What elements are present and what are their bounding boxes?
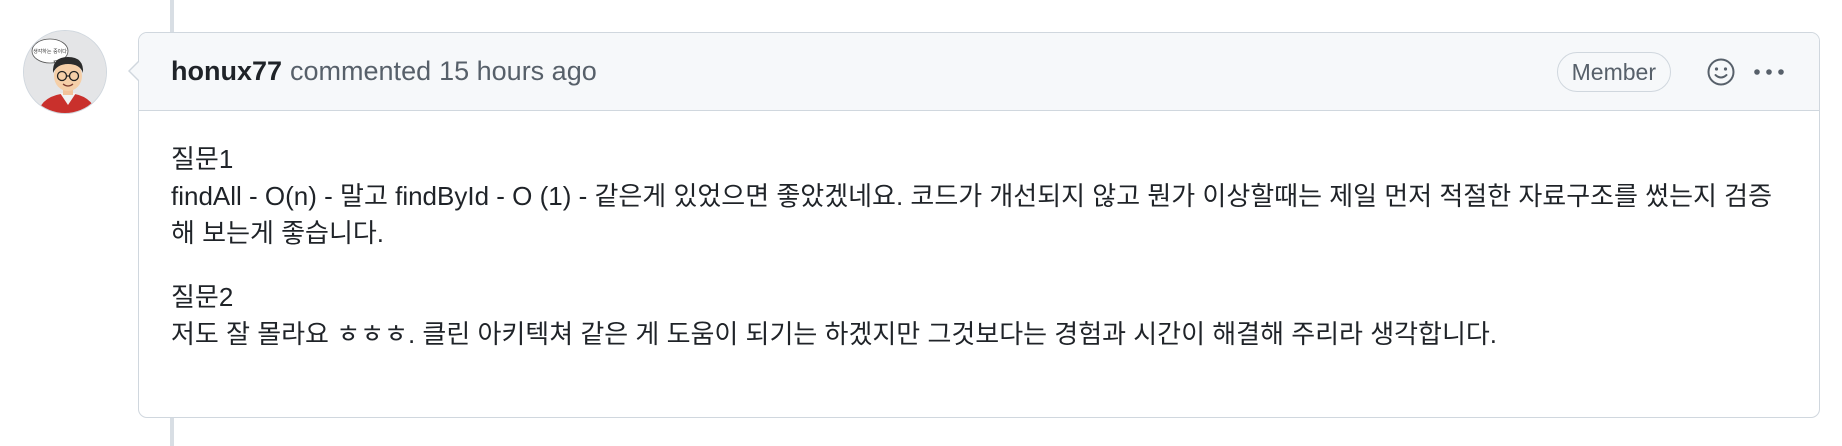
avatar-image: 생각하는 중이다 xyxy=(24,31,106,113)
comment-box: honux77 commented 15 hours ago Member 질문1 … xyxy=(128,32,1820,418)
avatar[interactable]: 생각하는 중이다 xyxy=(24,31,106,113)
add-reaction-button[interactable] xyxy=(1701,52,1741,92)
author-link[interactable]: honux77 xyxy=(171,56,282,86)
smiley-icon xyxy=(1707,58,1735,85)
timestamp-link[interactable]: 15 hours ago xyxy=(439,56,597,86)
comment-paragraph-1: 질문1 findAll - O(n) - 말고 findById - O (1)… xyxy=(171,144,1773,248)
more-options-button[interactable] xyxy=(1749,52,1789,92)
comment-paragraph-2: 질문2 저도 잘 몰라요 ㅎㅎㅎ. 클린 아키텍쳐 같은 게 도움이 되기는 하… xyxy=(171,282,1498,349)
comment-action: commented xyxy=(290,56,432,86)
comment-header: honux77 commented 15 hours ago Member xyxy=(139,33,1819,111)
avatar-bubble-text: 생각하는 중이다 xyxy=(33,48,67,55)
member-badge: Member xyxy=(1556,51,1671,92)
comment-body: 질문1 findAll - O(n) - 말고 findById - O (1)… xyxy=(139,111,1819,353)
comment-meta: honux77 commented 15 hours ago xyxy=(171,56,1557,87)
kebab-horizontal-icon xyxy=(1754,68,1784,75)
